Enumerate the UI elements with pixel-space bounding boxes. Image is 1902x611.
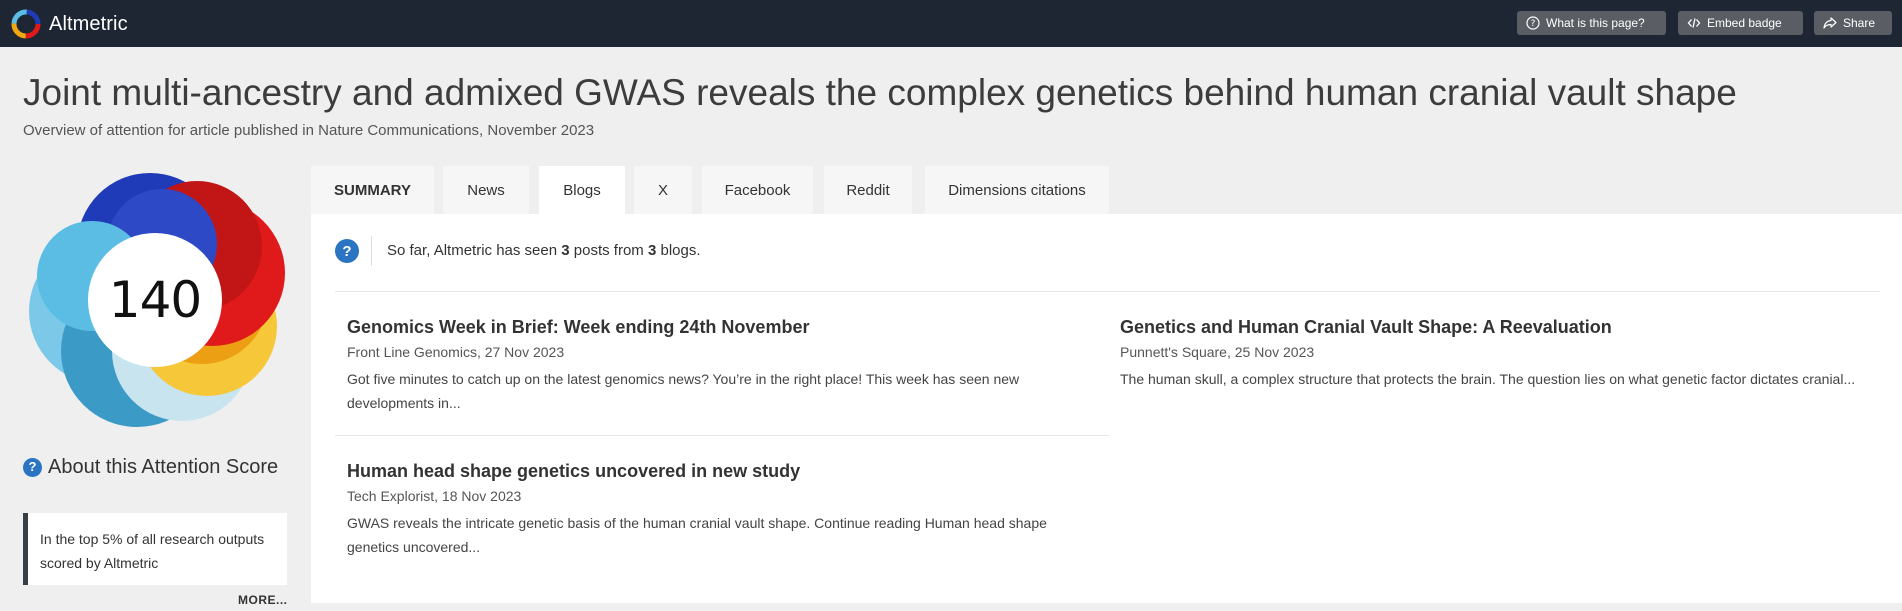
- altmetric-logo-icon: [11, 9, 41, 39]
- blog-post-excerpt: Got five minutes to catch up on the late…: [347, 371, 1020, 411]
- embed-badge-button[interactable]: Embed badge: [1678, 11, 1803, 35]
- intro-mid: posts from: [569, 242, 648, 259]
- blog-post: Genetics and Human Cranial Vault Shape: …: [1120, 316, 1860, 391]
- what-is-this-page-label: What is this page?: [1546, 16, 1645, 30]
- tab-facebook[interactable]: Facebook: [702, 166, 813, 214]
- blog-post-excerpt: The human skull, a complex structure tha…: [1120, 371, 1856, 387]
- post-count: 3: [561, 242, 570, 259]
- about-attention-score-title: About this Attention Score: [48, 456, 279, 478]
- altmetric-logo[interactable]: Altmetric: [11, 9, 128, 39]
- intro-suffix: blogs.: [656, 242, 701, 259]
- blog-post-excerpt: GWAS reveals the intricate genetic basis…: [347, 515, 1047, 555]
- article-subtitle: Overview of attention for article publis…: [23, 122, 595, 139]
- blog-post-source: Front Line Genomics, 27 Nov 2023: [347, 344, 565, 360]
- tab-reddit[interactable]: Reddit: [824, 166, 912, 214]
- share-icon: [1823, 17, 1837, 29]
- blogs-intro: So far, Altmetric has seen 3 posts from …: [387, 242, 701, 259]
- share-label: Share: [1843, 16, 1876, 30]
- blog-post: Human head shape genetics uncovered in n…: [347, 460, 1087, 559]
- tab-summary[interactable]: SUMMARY: [311, 166, 434, 214]
- brand-name: Altmetric: [49, 12, 128, 35]
- article-title: Joint multi-ancestry and admixed GWAS re…: [23, 72, 1737, 113]
- more-link[interactable]: MORE...: [238, 593, 288, 607]
- help-question-icon[interactable]: ?: [335, 239, 359, 263]
- tab-blogs[interactable]: Blogs: [539, 166, 625, 215]
- question-circle-icon: ?: [1526, 16, 1540, 30]
- embed-badge-label: Embed badge: [1707, 16, 1782, 30]
- svg-text:?: ?: [1531, 19, 1536, 29]
- share-button[interactable]: Share: [1814, 11, 1892, 35]
- attention-score-summary: In the top 5% of all research outputs sc…: [23, 513, 287, 585]
- blog-post-title[interactable]: Genetics and Human Cranial Vault Shape: …: [1120, 316, 1860, 338]
- question-icon[interactable]: ?: [23, 457, 42, 477]
- what-is-this-page-button[interactable]: ? What is this page?: [1517, 11, 1666, 35]
- tab-news[interactable]: News: [443, 166, 529, 214]
- top-bar: Altmetric ? What is this page? Embed bad…: [0, 0, 1902, 47]
- intro-prefix: So far, Altmetric has seen: [387, 242, 562, 259]
- blog-post: Genomics Week in Brief: Week ending 24th…: [347, 316, 1087, 415]
- intro-divider: [371, 236, 372, 266]
- about-attention-score-heading: ? About this Attention Score: [23, 455, 293, 479]
- blog-post-source: Tech Explorist, 18 Nov 2023: [347, 488, 522, 504]
- blog-post-title[interactable]: Genomics Week in Brief: Week ending 24th…: [347, 316, 1087, 338]
- tab-dimensions-citations[interactable]: Dimensions citations: [925, 166, 1109, 214]
- code-icon: [1687, 18, 1701, 28]
- blog-post-source: Punnett's Square, 25 Nov 2023: [1120, 344, 1315, 360]
- blog-post-title[interactable]: Human head shape genetics uncovered in n…: [347, 460, 1087, 482]
- divider: [335, 291, 1880, 292]
- tab-x[interactable]: X: [634, 166, 692, 214]
- attention-score: 140: [88, 233, 222, 367]
- divider: [335, 435, 1109, 436]
